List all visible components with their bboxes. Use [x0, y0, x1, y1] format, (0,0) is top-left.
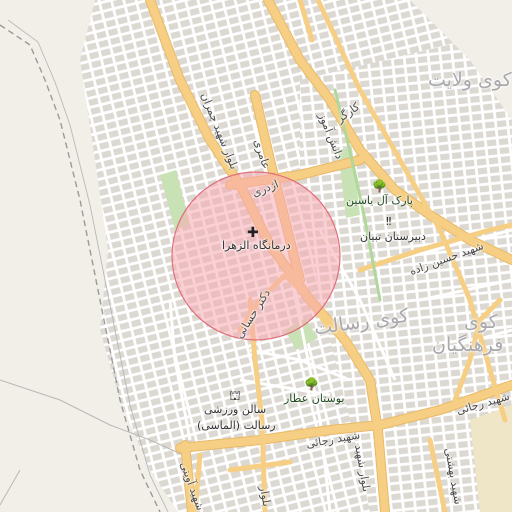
poi-label-sports-hall-1[interactable]: سالن ورزشی — [204, 403, 266, 417]
district-label-farhangian-2: فرهنگیان — [432, 334, 504, 356]
road-label-bolvar-bottom: بلوار — [256, 484, 274, 508]
poi-label-tebyan-school[interactable]: دبیرستان تبیان — [360, 230, 426, 244]
district-label-farhangian-1: کوی — [464, 311, 498, 333]
poi-label-sports-hall-2[interactable]: رسالت (الماسی) — [197, 419, 276, 433]
poi-label-park-al-yasin[interactable]: پارک آل یاسین — [346, 194, 413, 208]
map-view[interactable]: کوی ولایت کوی رسالت کوی فرهنگیان بلوار ش… — [0, 0, 512, 512]
cross-icon[interactable]: ✚ — [247, 226, 259, 240]
poi-label-clinic[interactable]: درمانگاه الزهرا — [222, 239, 291, 253]
tree-icon[interactable]: 🌳 — [304, 378, 319, 390]
school-icon[interactable]: ‼ — [386, 216, 391, 227]
tree-icon[interactable]: 🌳 — [372, 180, 387, 192]
sports-hall-icon[interactable]: ⛫ — [229, 390, 241, 403]
district-label-velayat: کوی ولایت — [428, 69, 512, 91]
poi-label-attar-garden[interactable]: بوستان عطار — [284, 392, 344, 406]
